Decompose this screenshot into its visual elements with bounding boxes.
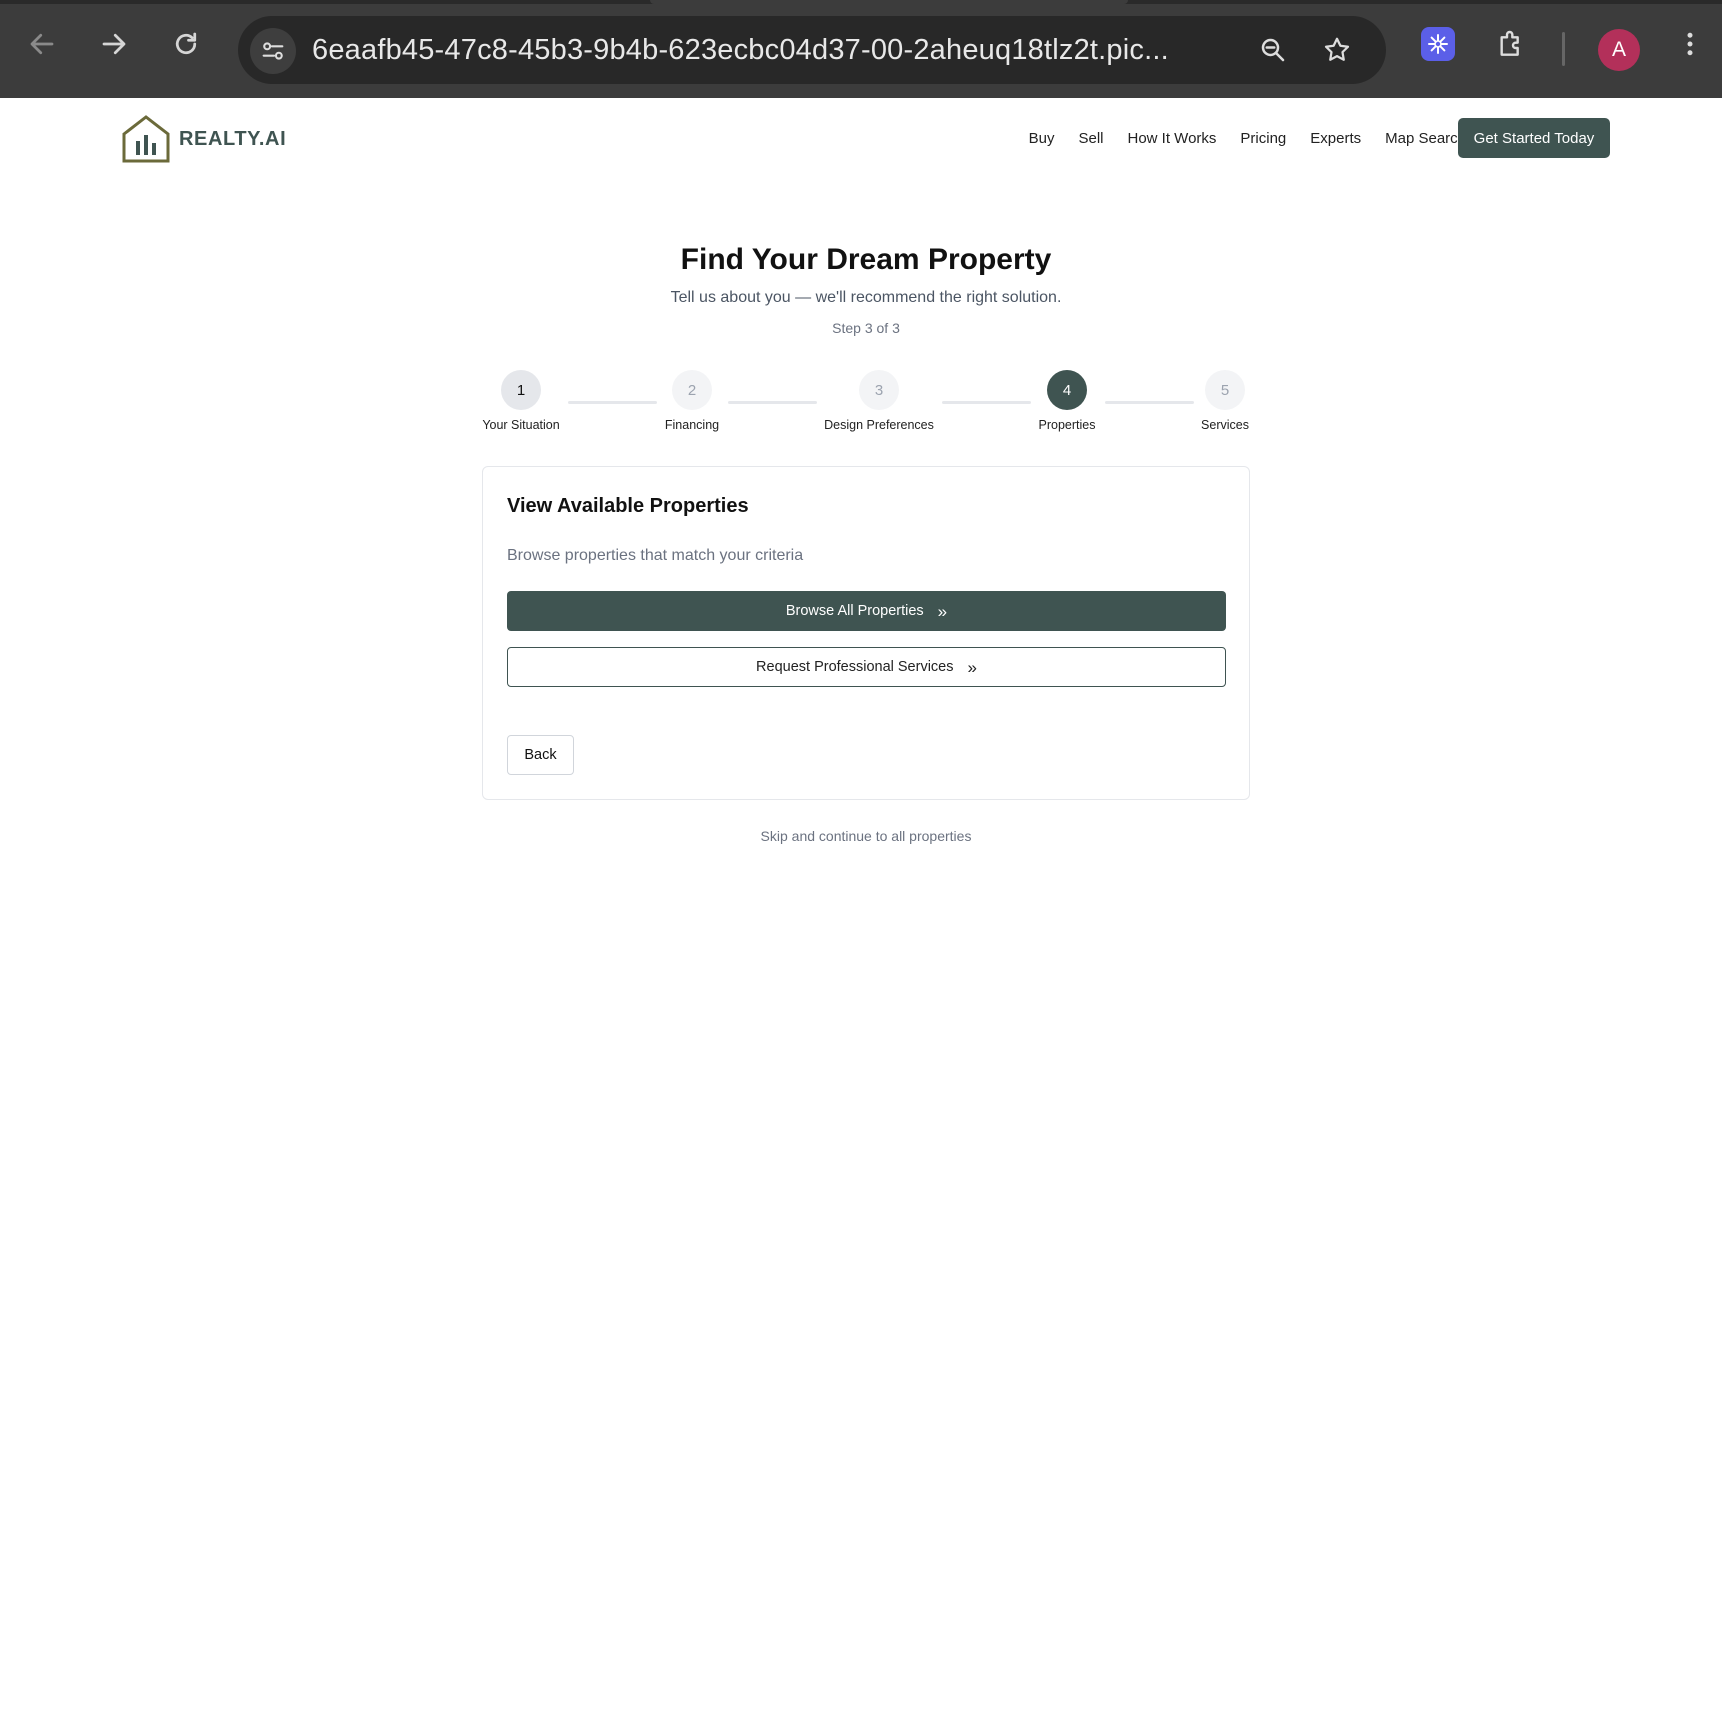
step-2-label: Financing bbox=[664, 418, 720, 432]
card-title: View Available Properties bbox=[507, 495, 749, 517]
zoom-icon bbox=[1261, 38, 1285, 62]
address-bar[interactable]: 6eaafb45-47c8-45b3-9b4b-623ecbc04d37-00-… bbox=[238, 16, 1386, 84]
browse-all-properties-label: Browse All Properties bbox=[785, 603, 924, 619]
back-icon bbox=[30, 33, 54, 55]
extension-snowflake-icon bbox=[1428, 34, 1448, 54]
logo[interactable]: REALTY.AI bbox=[121, 114, 286, 164]
back-button[interactable] bbox=[20, 22, 64, 66]
more-menu-button[interactable] bbox=[1668, 22, 1712, 66]
house-logo-icon bbox=[122, 115, 170, 163]
step-1-circle[interactable]: 1 bbox=[501, 370, 541, 410]
nav-sell[interactable]: Sell bbox=[1078, 130, 1103, 147]
active-tab-edge bbox=[650, 0, 1128, 4]
bookmark-star-icon bbox=[1324, 37, 1350, 61]
toolbar-divider bbox=[1562, 32, 1565, 66]
more-menu-icon bbox=[1687, 32, 1693, 56]
step-counter: Step 3 of 3 bbox=[832, 320, 900, 336]
extension-button[interactable] bbox=[1421, 27, 1455, 61]
step-4-label: Properties bbox=[1038, 418, 1096, 432]
url-text[interactable]: 6eaafb45-47c8-45b3-9b4b-623ecbc04d37-00-… bbox=[312, 16, 1212, 84]
skip-link[interactable]: Skip and continue to all properties bbox=[0, 828, 1722, 844]
forward-icon bbox=[102, 33, 126, 55]
extensions-puzzle-icon bbox=[1500, 30, 1519, 56]
nav-how-it-works[interactable]: How It Works bbox=[1128, 130, 1217, 147]
step-2-circle[interactable]: 2 bbox=[672, 370, 712, 410]
progress-stepper: 1 Your Situation 2 Financing 3 Design Pr… bbox=[0, 370, 1722, 440]
nav-buy[interactable]: Buy bbox=[1029, 130, 1055, 147]
nav-pricing[interactable]: Pricing bbox=[1240, 130, 1286, 147]
properties-card: View Available Properties Browse propert… bbox=[482, 466, 1250, 800]
step-5-label: Services bbox=[1201, 418, 1249, 432]
step-connector bbox=[728, 401, 817, 404]
site-settings-button[interactable] bbox=[250, 28, 296, 74]
back-button[interactable]: Back bbox=[507, 735, 574, 775]
nav-experts[interactable]: Experts bbox=[1310, 130, 1361, 147]
get-started-button[interactable]: Get Started Today bbox=[1458, 118, 1610, 158]
chevrons-right-icon: » bbox=[967, 657, 977, 677]
site-header: REALTY.AI Buy Sell How It Works Pricing … bbox=[0, 98, 1722, 178]
forward-button[interactable] bbox=[92, 22, 136, 66]
zoom-button[interactable] bbox=[1251, 28, 1295, 72]
step-5-circle[interactable]: 5 bbox=[1205, 370, 1245, 410]
page-title: Find Your Dream Property bbox=[680, 243, 1052, 276]
browser-toolbar: 6eaafb45-47c8-45b3-9b4b-623ecbc04d37-00-… bbox=[0, 0, 1722, 98]
bookmark-button[interactable] bbox=[1315, 28, 1359, 72]
logo-text: REALTY.AI bbox=[179, 127, 287, 150]
page-subtitle: Tell us about you — we'll recommend the … bbox=[670, 289, 1062, 306]
extensions-button[interactable] bbox=[1489, 22, 1533, 66]
reload-icon bbox=[175, 32, 197, 55]
step-1-label: Your Situation bbox=[482, 418, 560, 432]
step-connector bbox=[942, 401, 1031, 404]
step-3-label: Design Preferences bbox=[824, 418, 934, 432]
chevrons-right-icon: » bbox=[937, 601, 948, 621]
browse-all-properties-button[interactable]: Browse All Properties » bbox=[507, 591, 1226, 631]
step-4-circle[interactable]: 4 bbox=[1047, 370, 1087, 410]
request-professional-services-button[interactable]: Request Professional Services » bbox=[507, 647, 1226, 687]
reload-button[interactable] bbox=[164, 22, 208, 66]
main-nav: Buy Sell How It Works Pricing Experts Ma… bbox=[1005, 98, 1466, 178]
step-3-circle[interactable]: 3 bbox=[859, 370, 899, 410]
tab-strip bbox=[0, 0, 1722, 4]
request-professional-services-label: Request Professional Services bbox=[756, 659, 954, 675]
site-settings-icon bbox=[262, 42, 284, 60]
step-connector bbox=[568, 401, 657, 404]
profile-avatar[interactable]: A bbox=[1598, 29, 1640, 71]
step-connector bbox=[1105, 401, 1194, 404]
card-description: Browse properties that match your criter… bbox=[507, 547, 804, 564]
nav-map-search[interactable]: Map Search bbox=[1385, 130, 1466, 147]
